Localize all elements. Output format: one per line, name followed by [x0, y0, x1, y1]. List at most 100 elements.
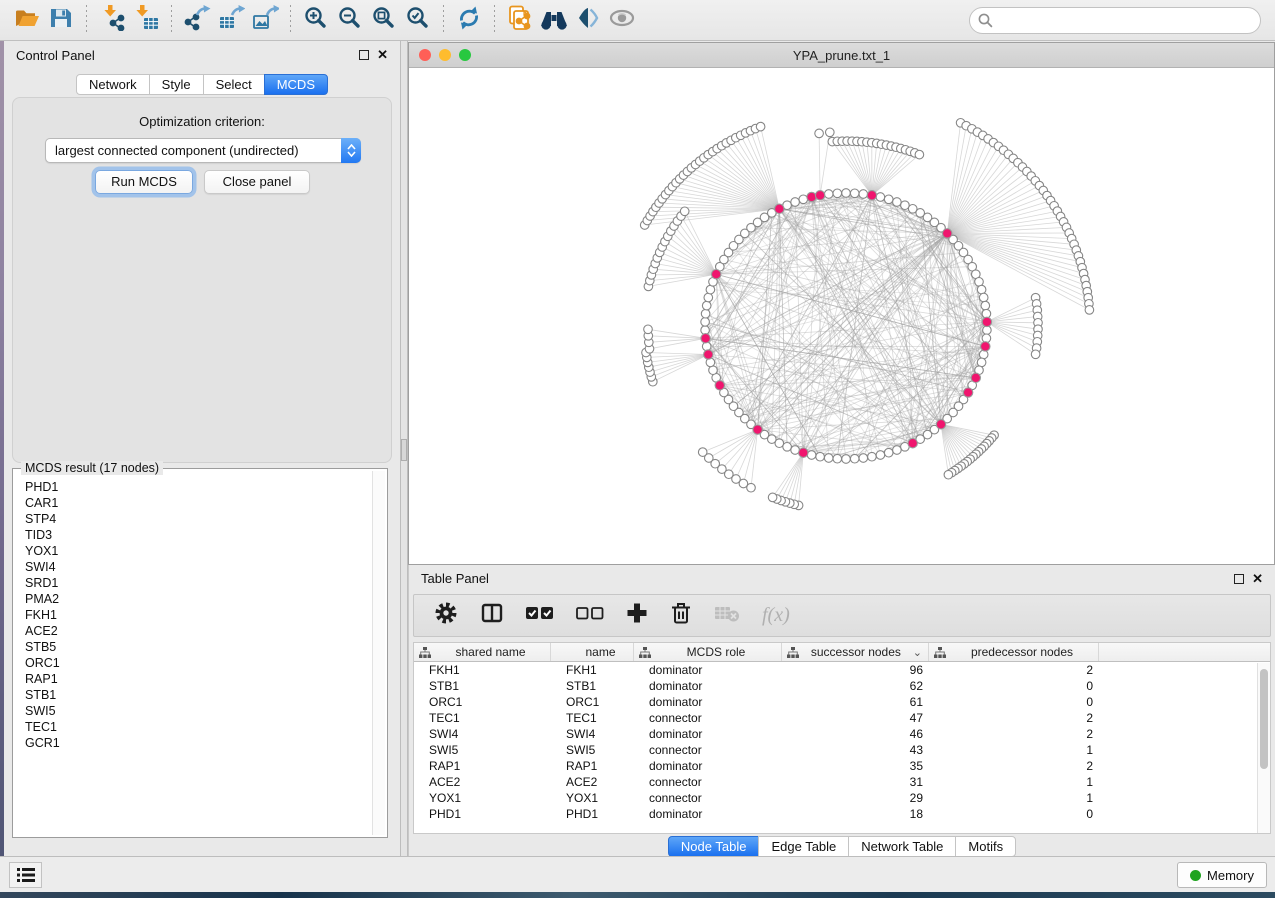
- network-node[interactable]: [979, 293, 988, 302]
- mcds-hub-node[interactable]: [943, 229, 952, 238]
- graphics-details-button[interactable]: [571, 4, 605, 36]
- mcds-hub-node[interactable]: [715, 381, 724, 390]
- network-node[interactable]: [833, 189, 842, 198]
- float-panel-icon[interactable]: [359, 50, 369, 60]
- network-node[interactable]: [850, 454, 859, 463]
- table-row[interactable]: RAP1RAP1dominator352: [414, 758, 1270, 774]
- deselect-all-button[interactable]: [576, 605, 604, 626]
- task-history-button[interactable]: [9, 862, 42, 888]
- mcds-hub-node[interactable]: [815, 191, 824, 200]
- column-header-name[interactable]: name: [551, 643, 634, 661]
- mcds-hub-node[interactable]: [982, 317, 991, 326]
- table-tab-edge-table[interactable]: Edge Table: [758, 836, 849, 857]
- network-node[interactable]: [1031, 350, 1040, 359]
- network-node[interactable]: [701, 309, 710, 318]
- mcds-hub-node[interactable]: [963, 388, 972, 397]
- zoom-selected-button[interactable]: [401, 4, 435, 36]
- network-node[interactable]: [884, 195, 893, 204]
- mcds-hub-node[interactable]: [971, 373, 980, 382]
- table-row[interactable]: ACE2ACE2connector311: [414, 774, 1270, 790]
- float-table-panel-icon[interactable]: [1234, 574, 1244, 584]
- network-node[interactable]: [807, 451, 816, 460]
- mcds-hub-node[interactable]: [712, 270, 721, 279]
- table-row[interactable]: TEC1TEC1connector472: [414, 710, 1270, 726]
- export-table-button[interactable]: [214, 4, 248, 36]
- column-header-MCDS-role[interactable]: MCDS role: [634, 643, 782, 661]
- mcds-result-item[interactable]: STB5: [15, 639, 371, 655]
- column-header-shared-name[interactable]: shared name: [414, 643, 551, 661]
- network-node[interactable]: [768, 493, 777, 502]
- table-tab-network-table[interactable]: Network Table: [848, 836, 956, 857]
- mcds-result-item[interactable]: SWI5: [15, 703, 371, 719]
- network-node[interactable]: [884, 448, 893, 457]
- export-network-button[interactable]: [180, 4, 214, 36]
- table-row[interactable]: STB1STB1dominator620: [414, 678, 1270, 694]
- find-binoculars-button[interactable]: [537, 4, 571, 36]
- tab-select[interactable]: Select: [203, 74, 265, 95]
- table-tab-motifs[interactable]: Motifs: [955, 836, 1016, 857]
- table-row[interactable]: SWI4SWI4dominator462: [414, 726, 1270, 742]
- network-node[interactable]: [824, 190, 833, 199]
- table-row[interactable]: PHD1PHD1dominator180: [414, 806, 1270, 822]
- mcds-result-item[interactable]: FKH1: [15, 607, 371, 623]
- mcds-hub-node[interactable]: [799, 448, 808, 457]
- mcds-hub-node[interactable]: [701, 334, 710, 343]
- mcds-result-item[interactable]: YOX1: [15, 543, 371, 559]
- mcds-result-item[interactable]: STP4: [15, 511, 371, 527]
- zoom-fit-button[interactable]: [367, 4, 401, 36]
- save-session-button[interactable]: [44, 4, 78, 36]
- network-node[interactable]: [979, 350, 988, 359]
- mcds-hub-node[interactable]: [807, 192, 816, 201]
- mcds-hub-node[interactable]: [753, 425, 762, 434]
- export-image-button[interactable]: [248, 4, 282, 36]
- tab-mcds[interactable]: MCDS: [264, 74, 328, 95]
- mcds-result-item[interactable]: GCR1: [15, 735, 371, 751]
- close-panel-icon[interactable]: ✕: [377, 50, 388, 60]
- splitter-grip[interactable]: [401, 439, 407, 461]
- mcds-hub-node[interactable]: [775, 204, 784, 213]
- close-table-panel-icon[interactable]: ✕: [1252, 574, 1263, 584]
- network-node[interactable]: [842, 455, 851, 464]
- close-panel-button[interactable]: Close panel: [204, 170, 310, 194]
- network-node[interactable]: [1085, 306, 1094, 315]
- search-input[interactable]: [969, 7, 1261, 34]
- table-row[interactable]: ORC1ORC1dominator610: [414, 694, 1270, 710]
- mcds-result-item[interactable]: ORC1: [15, 655, 371, 671]
- network-node[interactable]: [915, 150, 924, 159]
- mcds-result-item[interactable]: TEC1: [15, 719, 371, 735]
- mcds-result-item[interactable]: RAP1: [15, 671, 371, 687]
- network-node[interactable]: [799, 195, 808, 204]
- open-file-button[interactable]: [10, 4, 44, 36]
- mcds-hub-node[interactable]: [704, 350, 713, 359]
- network-node[interactable]: [893, 446, 902, 455]
- mcds-result-item[interactable]: TID3: [15, 527, 371, 543]
- network-node[interactable]: [876, 193, 885, 202]
- mcds-hub-node[interactable]: [981, 342, 990, 351]
- import-network-button[interactable]: [95, 4, 129, 36]
- network-node[interactable]: [791, 198, 800, 207]
- mcds-result-item[interactable]: CAR1: [15, 495, 371, 511]
- network-node[interactable]: [698, 448, 707, 457]
- select-all-button[interactable]: [526, 605, 554, 626]
- network-node[interactable]: [680, 207, 689, 216]
- network-window-titlebar[interactable]: YPA_prune.txt_1: [409, 43, 1274, 68]
- network-node[interactable]: [704, 293, 713, 302]
- column-header-successor-nodes[interactable]: successor nodes⌄: [782, 643, 929, 661]
- show-hidden-eye-button[interactable]: [605, 4, 639, 36]
- table-row[interactable]: FKH1FKH1dominator962: [414, 662, 1270, 678]
- memory-button[interactable]: Memory: [1177, 862, 1267, 888]
- network-node[interactable]: [826, 128, 835, 137]
- gear-button[interactable]: [434, 601, 458, 630]
- network-node[interactable]: [893, 198, 902, 207]
- network-node[interactable]: [815, 129, 824, 138]
- columns-button[interactable]: [480, 601, 504, 630]
- mcds-result-item[interactable]: SWI4: [15, 559, 371, 575]
- network-node[interactable]: [816, 452, 825, 461]
- mcds-result-item[interactable]: SRD1: [15, 575, 371, 591]
- clone-network-button[interactable]: [503, 4, 537, 36]
- network-graph-canvas[interactable]: [409, 68, 1274, 564]
- mcds-result-item[interactable]: ACE2: [15, 623, 371, 639]
- network-node[interactable]: [842, 189, 851, 198]
- network-node[interactable]: [850, 189, 859, 198]
- network-node[interactable]: [944, 470, 953, 479]
